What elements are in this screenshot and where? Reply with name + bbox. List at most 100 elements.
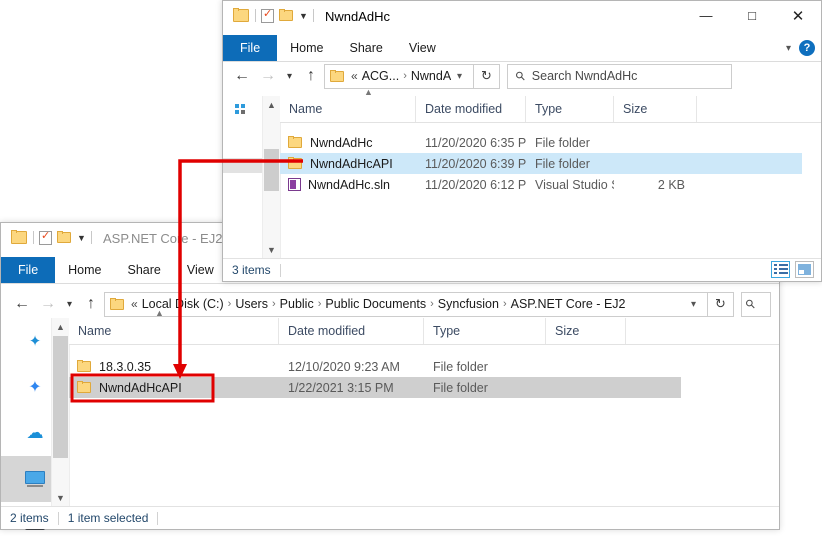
address-dropdown-icon-bottom[interactable]: ▾ bbox=[685, 299, 702, 310]
titlebar-top[interactable]: ▼ NwndAdHc — □ ✕ bbox=[223, 1, 821, 35]
this-pc-icon bbox=[25, 470, 45, 488]
column-header-size[interactable]: Size bbox=[614, 96, 697, 122]
file-name-text: NwndAdHc bbox=[310, 135, 373, 150]
size-cell bbox=[546, 356, 626, 377]
tab-home-top[interactable]: Home bbox=[277, 35, 336, 61]
back-button-bottom[interactable]: ← bbox=[9, 291, 35, 317]
column-header-date-modified[interactable]: Date modified bbox=[416, 96, 526, 122]
file-name-cell[interactable]: NwndAdHc bbox=[280, 132, 416, 153]
file-name-cell[interactable]: NwndAdHc.sln bbox=[280, 174, 416, 195]
quick-access-toolbar-top[interactable]: ▼ bbox=[233, 7, 314, 23]
table-row[interactable]: 18.3.0.35 12/10/2020 9:23 AM File folder bbox=[69, 356, 779, 377]
address-bar-top[interactable]: ← → ▾ ↑ « ACG... › NwndA... ▾ ↻ ⚲ Search… bbox=[229, 61, 815, 91]
recent-locations-icon-bottom[interactable]: ▾ bbox=[61, 291, 78, 317]
properties-icon[interactable] bbox=[261, 7, 274, 23]
column-header-date-modified[interactable]: Date modified bbox=[279, 318, 424, 344]
navpane-item-placeholder[interactable] bbox=[223, 158, 263, 173]
scroll-up-icon[interactable]: ▲ bbox=[263, 96, 280, 113]
new-folder-icon[interactable] bbox=[57, 231, 72, 244]
file-name-cell[interactable]: 18.3.0.35 bbox=[69, 356, 279, 377]
window-controls-top[interactable]: — □ ✕ bbox=[683, 1, 821, 30]
new-folder-icon[interactable] bbox=[279, 9, 294, 22]
breadcrumb-top[interactable]: « ACG... › NwndA... ▾ bbox=[324, 63, 474, 89]
navigation-pane-top[interactable]: ▲ ▼ bbox=[223, 96, 281, 258]
scrollbar-thumb[interactable] bbox=[264, 149, 279, 191]
help-icon[interactable]: ? bbox=[799, 40, 815, 56]
explorer-window-top[interactable]: ▼ NwndAdHc — □ ✕ File Home Share View ▾ … bbox=[222, 0, 822, 282]
scroll-down-icon[interactable]: ▼ bbox=[263, 241, 280, 258]
navpane-scrollbar-top[interactable]: ▲ ▼ bbox=[262, 96, 280, 258]
breadcrumb-item[interactable]: ASP.NET Core - EJ2 bbox=[511, 297, 626, 311]
navpane-scrollbar-bottom[interactable]: ▲ ▼ bbox=[51, 318, 69, 506]
column-header-type[interactable]: Type bbox=[526, 96, 614, 122]
forward-button-top: → bbox=[260, 67, 276, 84]
search-icon: ⚲ bbox=[512, 67, 529, 85]
column-header-name[interactable]: Name bbox=[280, 96, 416, 122]
chevron-down-icon[interactable]: ▼ bbox=[299, 12, 308, 21]
column-headers-top[interactable]: Name Date modified Type Size bbox=[280, 96, 821, 123]
breadcrumb-item[interactable]: ACG... bbox=[362, 69, 400, 83]
details-view-button[interactable] bbox=[771, 261, 790, 278]
properties-icon[interactable] bbox=[39, 229, 52, 245]
quick-access-toolbar-bottom[interactable]: ▼ bbox=[11, 229, 92, 245]
search-box-bottom[interactable]: ⚲ bbox=[741, 291, 771, 317]
ribbon-tabs-top[interactable]: File Home Share View ▾ ? bbox=[223, 35, 821, 62]
up-button-bottom[interactable]: ↑ bbox=[78, 291, 104, 317]
table-row[interactable]: NwndAdHc.sln 11/20/2020 6:12 PM Visual S… bbox=[280, 174, 821, 195]
expand-ribbon-chevron-icon[interactable]: ▾ bbox=[786, 43, 791, 54]
chevron-down-icon[interactable]: ▼ bbox=[77, 234, 86, 243]
scroll-down-icon[interactable]: ▼ bbox=[52, 489, 69, 506]
quick-access-star-icon: ✦ bbox=[28, 333, 42, 350]
up-button-top[interactable]: ↑ bbox=[298, 63, 324, 89]
table-row[interactable]: NwndAdHcAPI 11/20/2020 6:39 PM File fold… bbox=[280, 153, 802, 174]
column-header-type[interactable]: Type bbox=[424, 318, 546, 344]
large-icons-view-button[interactable] bbox=[795, 261, 814, 278]
column-header-name[interactable]: Name bbox=[69, 318, 279, 344]
file-name-cell[interactable]: NwndAdHcAPI bbox=[280, 153, 416, 174]
file-name-cell[interactable]: NwndAdHcAPI bbox=[69, 377, 279, 398]
tab-home-bottom[interactable]: Home bbox=[55, 257, 114, 283]
minimize-button[interactable]: — bbox=[683, 1, 729, 30]
table-row[interactable]: NwndAdHc 11/20/2020 6:35 PM File folder bbox=[280, 132, 821, 153]
refresh-button-bottom[interactable]: ↻ bbox=[708, 291, 734, 317]
breadcrumb-overflow[interactable]: « bbox=[351, 69, 358, 83]
breadcrumb-item[interactable]: Public Documents bbox=[325, 297, 426, 311]
divider bbox=[255, 9, 256, 22]
table-row[interactable]: NwndAdHcAPI 1/22/2021 3:15 PM File folde… bbox=[69, 377, 681, 398]
breadcrumb-item[interactable]: Local Disk (C:) bbox=[142, 297, 224, 311]
close-button[interactable]: ✕ bbox=[775, 1, 821, 30]
breadcrumb-item[interactable]: Users bbox=[235, 297, 268, 311]
maximize-button[interactable]: □ bbox=[729, 1, 775, 30]
scroll-up-icon[interactable]: ▲ bbox=[52, 318, 69, 335]
tab-share-bottom[interactable]: Share bbox=[115, 257, 174, 283]
recent-locations-icon-top[interactable]: ▾ bbox=[281, 63, 298, 89]
back-button-top[interactable]: ← bbox=[229, 63, 255, 89]
refresh-button-top[interactable]: ↻ bbox=[474, 63, 500, 89]
tab-file-bottom[interactable]: File bbox=[1, 257, 56, 283]
type-cell: Visual Studio Solu... bbox=[535, 177, 614, 192]
solution-icon bbox=[288, 178, 301, 191]
tab-share-top[interactable]: Share bbox=[337, 35, 396, 61]
search-box-top[interactable]: ⚲ Search NwndAdHc bbox=[507, 63, 732, 89]
navigation-pane-bottom[interactable]: ✦ ✦ ☁ ▲ ▼ bbox=[1, 318, 70, 530]
view-mode-buttons[interactable] bbox=[771, 261, 814, 278]
column-headers-bottom[interactable]: Name Date modified Type Size bbox=[69, 318, 779, 345]
breadcrumb-overflow[interactable]: « bbox=[131, 297, 138, 311]
tab-file-top[interactable]: File bbox=[223, 35, 278, 61]
tab-view-bottom[interactable]: View bbox=[174, 257, 227, 283]
ribbon-right-controls[interactable]: ▾ ? bbox=[786, 35, 815, 61]
file-list-bottom[interactable]: ▲ Name Date modified Type Size 18.3.0.35… bbox=[69, 308, 779, 506]
address-dropdown-icon-top[interactable]: ▾ bbox=[451, 71, 468, 82]
scrollbar-thumb[interactable] bbox=[53, 336, 68, 458]
type-cell: File folder bbox=[535, 135, 590, 150]
tab-view-top[interactable]: View bbox=[396, 35, 449, 61]
breadcrumb-item[interactable]: Public bbox=[280, 297, 314, 311]
onedrive-cloud-icon: ☁ bbox=[26, 423, 44, 442]
breadcrumb-bottom[interactable]: « Local Disk (C:) › Users › Public › Pub… bbox=[104, 291, 708, 317]
search-icon: ⚲ bbox=[742, 295, 759, 313]
folder-icon bbox=[77, 360, 92, 373]
breadcrumb-item[interactable]: Syncfusion bbox=[438, 297, 499, 311]
file-list-top[interactable]: ▲ Name Date modified Type Size NwndAdHc … bbox=[280, 87, 821, 258]
breadcrumb-item[interactable]: NwndA... bbox=[411, 69, 451, 83]
column-header-size[interactable]: Size bbox=[546, 318, 626, 344]
